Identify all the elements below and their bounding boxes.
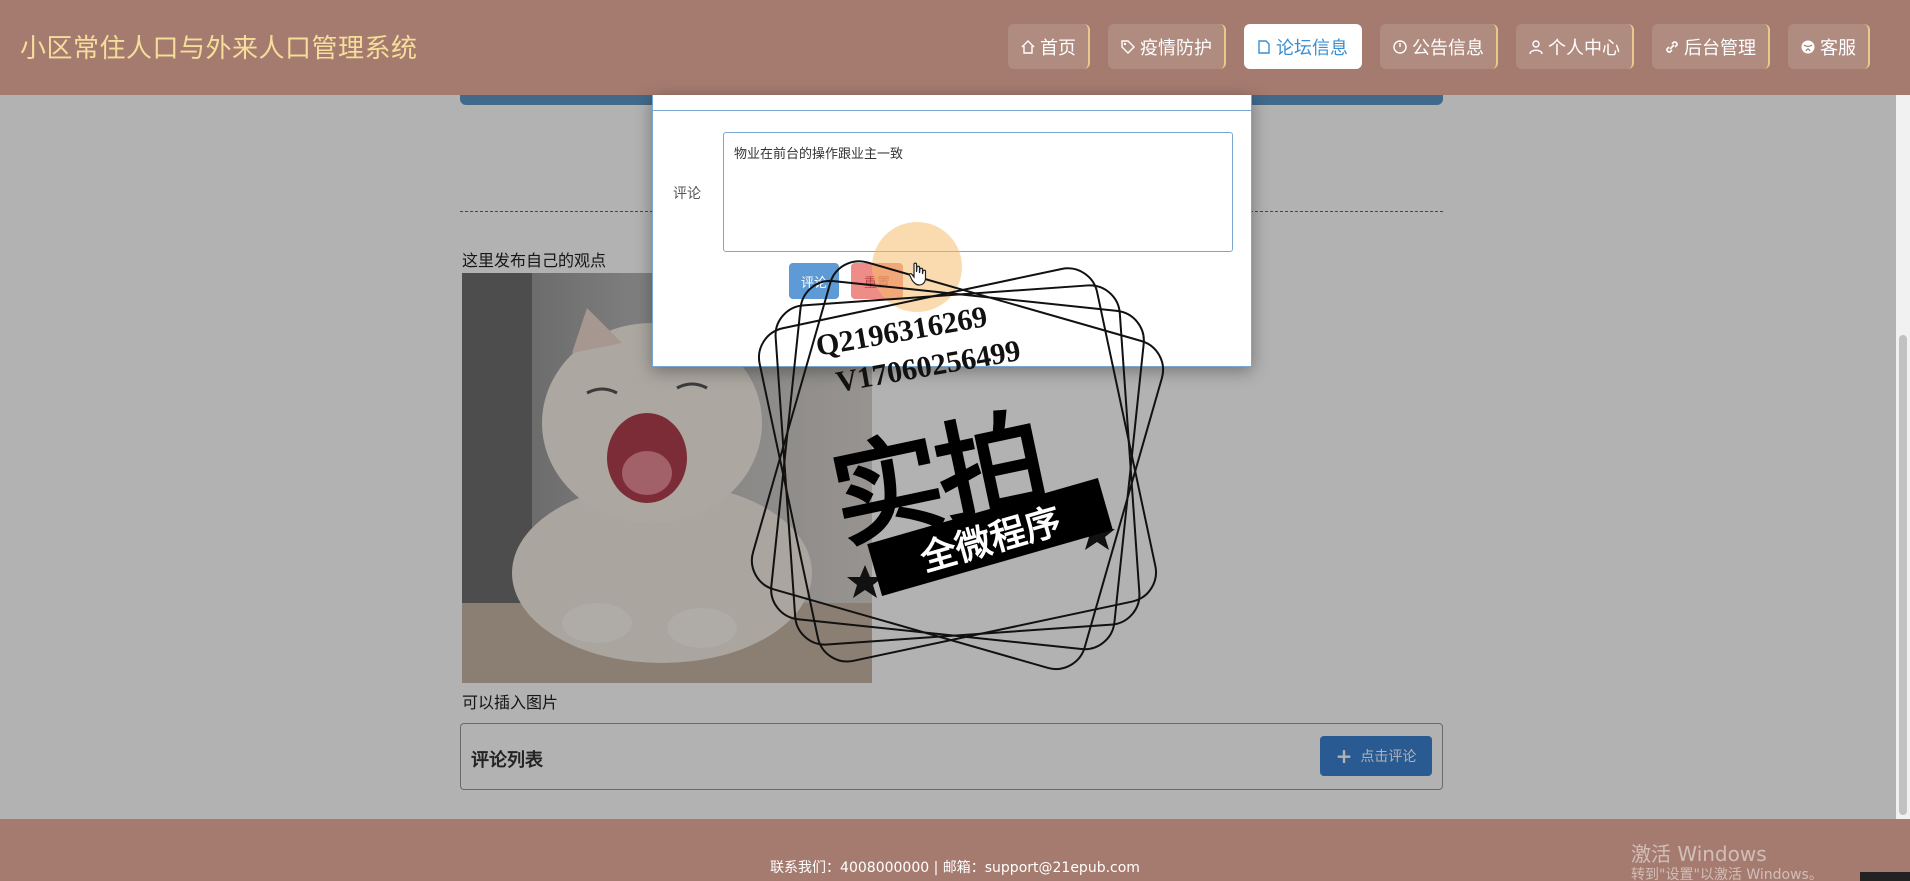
nav-profile[interactable]: 个人中心 (1516, 24, 1634, 69)
user-icon (1529, 39, 1543, 54)
clock-icon (1393, 39, 1407, 54)
footer-contact: 联系我们：4008000000 | 邮箱：support@21epub.com (770, 860, 1140, 876)
globe-icon (1801, 40, 1815, 53)
page-scrollbar[interactable] (1896, 95, 1910, 819)
nav-notice-label: 公告信息 (1412, 37, 1484, 59)
nav-forum[interactable]: 论坛信息 (1244, 24, 1362, 69)
taskbar-corner (1860, 872, 1910, 881)
nav-forum-label: 论坛信息 (1276, 37, 1348, 59)
nav-admin[interactable]: 后台管理 (1652, 24, 1770, 69)
nav-home[interactable]: 首页 (1008, 24, 1090, 69)
comment-field-label: 评论 (673, 186, 701, 202)
main-nav: 首页 疫情防护 论坛信息 公告信息 个人中心 后台管理 客服 (1008, 24, 1870, 69)
home-icon (1021, 39, 1035, 54)
page-footer: 联系我们：4008000000 | 邮箱：support@21epub.com (0, 819, 1910, 881)
document-icon (1258, 39, 1270, 54)
nav-service-label: 客服 (1820, 37, 1856, 59)
hand-cursor-icon (908, 262, 927, 286)
comment-textarea[interactable]: 物业在前台的操作跟业主一致 (723, 132, 1233, 252)
windows-activation-title: 激活 Windows (1631, 842, 1767, 866)
dialog-divider (653, 110, 1251, 111)
nav-admin-label: 后台管理 (1684, 37, 1756, 59)
scrollbar-thumb[interactable] (1899, 335, 1907, 815)
nav-home-label: 首页 (1040, 37, 1076, 59)
site-title[interactable]: 小区常住人口与外来人口管理系统 (20, 28, 418, 65)
link-icon (1666, 40, 1678, 53)
top-header: 小区常住人口与外来人口管理系统 首页 疫情防护 论坛信息 公告信息 个人中心 后… (0, 0, 1910, 95)
submit-comment-button[interactable]: 评论 (789, 263, 839, 299)
tag-icon (1121, 39, 1135, 54)
nav-epidemic-label: 疫情防护 (1140, 37, 1212, 59)
nav-service[interactable]: 客服 (1788, 24, 1870, 69)
windows-activation-hint: 转到"设置"以激活 Windows。 (1631, 867, 1823, 881)
nav-epidemic[interactable]: 疫情防护 (1108, 24, 1226, 69)
nav-notice[interactable]: 公告信息 (1380, 24, 1498, 69)
nav-profile-label: 个人中心 (1548, 37, 1620, 59)
comment-dialog: 评论 物业在前台的操作跟业主一致 评论 重置 (652, 95, 1252, 367)
